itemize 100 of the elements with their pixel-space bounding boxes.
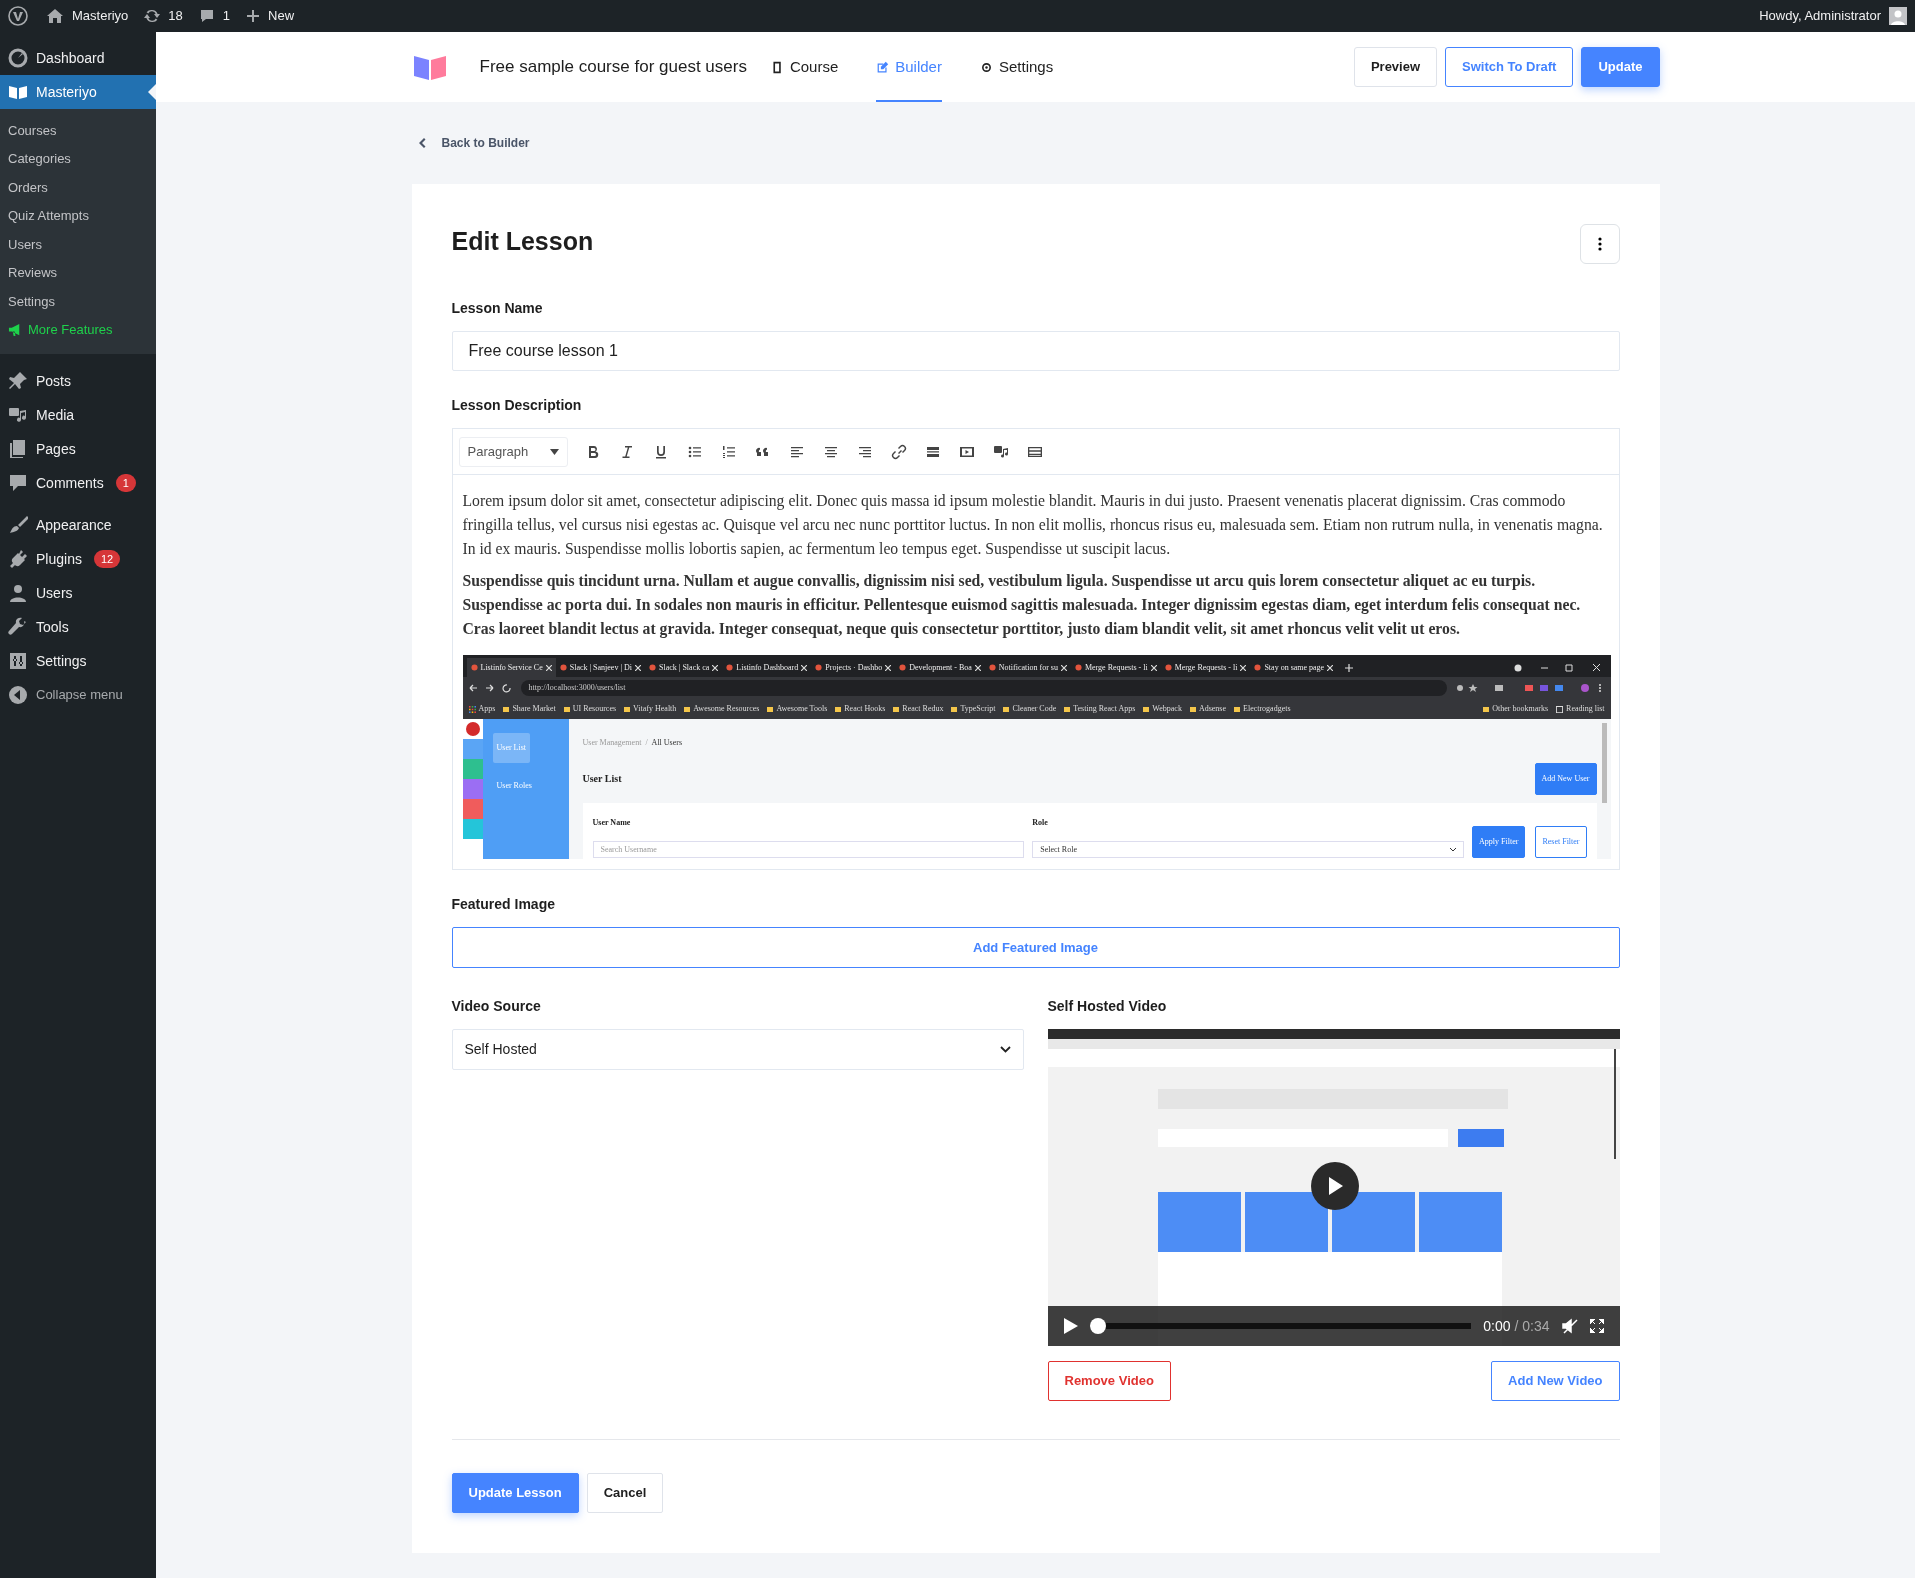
nav-tab[interactable]: Builder <box>876 32 942 102</box>
submenu-item[interactable]: Categories <box>0 144 156 173</box>
browser-tab[interactable]: Stay on same page <box>1250 658 1338 677</box>
updates-count[interactable]: 18 <box>168 6 183 26</box>
browser-tab[interactable]: Slack | Slack ca <box>645 658 723 677</box>
speech-bubble-icon[interactable] <box>198 8 215 24</box>
sidebar-item[interactable]: Media <box>0 398 156 432</box>
cancel-button[interactable]: Cancel <box>586 1473 664 1513</box>
bookmark[interactable]: TypeScript <box>951 697 996 721</box>
rail-item-icon[interactable] <box>462 799 483 819</box>
sidebar-item[interactable]: Settings <box>0 644 156 678</box>
muted-speaker-icon[interactable] <box>1561 1318 1578 1334</box>
greeting-link[interactable]: Howdy, Administrator <box>1759 6 1881 26</box>
chevron-left-icon[interactable] <box>417 138 426 148</box>
sidebar-item[interactable]: Users <box>0 576 156 610</box>
sidebar-item[interactable]: Collapse menu <box>0 678 156 712</box>
apply-filter-button[interactable]: Apply Filter <box>1472 826 1526 858</box>
bookmark[interactable]: Awesome Resources <box>684 697 760 721</box>
bookmark[interactable]: Reading list <box>1556 697 1605 721</box>
nav-tab[interactable]: Settings <box>979 32 1054 102</box>
house-icon[interactable] <box>46 8 64 24</box>
play-icon[interactable] <box>1063 1318 1078 1334</box>
favicon-icon <box>1074 664 1082 671</box>
browser-tab[interactable]: Merge Requests - li <box>1070 658 1161 677</box>
browser-tab[interactable]: Merge Requests - li <box>1160 658 1251 677</box>
sidebar-item[interactable]: Dashboard <box>0 41 156 75</box>
favicon-icon <box>899 664 907 671</box>
user-icon <box>8 583 28 603</box>
switch-to-draft-button[interactable]: Switch To Draft <box>1445 47 1574 87</box>
browser-tab[interactable]: Slack | Sanjeev | Di <box>555 658 646 677</box>
bookmark[interactable]: Cleaner Code <box>1003 697 1057 721</box>
caret-icon <box>550 448 560 455</box>
add-featured-image-button[interactable]: Add Featured Image <box>451 927 1620 968</box>
remove-video-button[interactable]: Remove Video <box>1047 1361 1171 1401</box>
sidebar-item[interactable]: Tools <box>0 610 156 644</box>
sidebar-item[interactable]: Posts <box>0 364 156 398</box>
paragraph: Suspendisse quis tincidunt urna. Nullam et augue convallis, dignissim nisi sed, vestibulum ligula. Suspendisse ut arcu quis lorem consectetur aliquet ac eu turpis. Suspendisse ac porta dui. In sodales non mauris in efficitur. Pellentesque euismod sagittis malesuada. Integer dignissim egestas diam, eget interdum felis consequat nec. Cras laoreet blandit lectus at gravida. Integer consequat, neque quis consectetur porttitor, justo diam blandit velit, sit amet rhoncus velit velit ut eros. <box>462 571 1582 640</box>
format-dropdown[interactable]: Paragraph <box>458 436 569 467</box>
bookmark[interactable]: Apps <box>468 697 496 721</box>
rail-item-icon[interactable] <box>462 779 483 799</box>
numbered-list-icon[interactable] <box>721 443 738 460</box>
submenu-item[interactable]: Settings <box>0 287 156 316</box>
link-icon[interactable] <box>891 443 908 460</box>
comments-count[interactable]: 1 <box>222 6 231 26</box>
back-link[interactable]: Back to Builder <box>441 134 530 152</box>
sidebar-item[interactable]: Pages <box>0 432 156 466</box>
bookmark[interactable]: Testing React Apps <box>1064 697 1136 721</box>
camera-music-icon <box>8 405 28 425</box>
fullscreen-icon[interactable] <box>1589 1319 1604 1333</box>
folder-icon <box>1143 706 1150 712</box>
bookmark[interactable]: React Redux <box>893 697 944 721</box>
reset-filter-button[interactable]: Reset Filter <box>1535 826 1587 858</box>
browser-tab[interactable]: Listinfo Dashboard <box>722 658 812 677</box>
bookmark[interactable]: Adsense <box>1189 697 1226 721</box>
browser-tab[interactable]: Projects · Dashbo <box>811 658 896 677</box>
field-label: Lesson Description <box>451 396 583 415</box>
plus-icon[interactable] <box>1345 664 1354 672</box>
submenu-item[interactable]: Users <box>0 230 156 259</box>
sidebar-item[interactable]: Appearance <box>0 508 156 542</box>
update-lesson-button[interactable]: Update Lesson <box>451 1473 579 1513</box>
role-select[interactable]: Select Role <box>1032 841 1465 858</box>
add-user-button[interactable]: Add New User <box>1534 763 1597 795</box>
browser-tab[interactable]: Development - Boa <box>895 658 985 677</box>
plus-icon[interactable] <box>246 9 261 23</box>
browser-tab[interactable]: Notification for su <box>984 658 1071 677</box>
bookmark[interactable]: Electrogadgets <box>1234 697 1291 721</box>
bookmark[interactable]: UI Resources <box>563 697 617 721</box>
nav-arrows-icon[interactable] <box>468 683 513 693</box>
rail-item-icon[interactable] <box>462 739 483 759</box>
sidebar-item[interactable]: Plugins 12 <box>0 542 156 576</box>
bookmark[interactable]: Awesome Tools <box>767 697 828 721</box>
address-bar[interactable]: http://localhost:3000/users/list <box>520 680 1447 696</box>
sidebar-item[interactable]: Masteriyo <box>0 75 156 109</box>
browser-tab[interactable]: Listinfo Service Ce <box>466 658 556 677</box>
site-link[interactable]: Masteriyo <box>72 6 129 26</box>
bookmark[interactable]: Share Market <box>503 697 556 721</box>
sidebar-item[interactable]: Comments 1 <box>0 466 156 500</box>
new-link[interactable]: New <box>268 6 295 26</box>
window-controls-icon[interactable] <box>1512 663 1603 673</box>
submenu-item[interactable]: Quiz Attempts <box>0 201 156 230</box>
bookmark[interactable]: Webpack <box>1143 697 1182 721</box>
bookmark[interactable]: Other bookmarks <box>1483 697 1549 721</box>
breadcrumb-separator: / <box>645 737 648 749</box>
submenu-item[interactable]: More Features <box>0 315 156 344</box>
add-new-video-button[interactable]: Add New Video <box>1491 1361 1620 1401</box>
progress-thumb[interactable] <box>1089 1318 1106 1334</box>
bookmark[interactable]: Vitafy Health <box>624 697 677 721</box>
refresh-icon[interactable] <box>144 8 161 24</box>
bookmark[interactable]: React Hooks <box>835 697 886 721</box>
submenu-item[interactable]: Reviews <box>0 258 156 287</box>
favicon-icon <box>988 664 996 671</box>
camera-music-icon[interactable] <box>993 443 1010 460</box>
submenu-item[interactable]: Orders <box>0 173 156 202</box>
preview-button[interactable]: Preview <box>1353 47 1438 87</box>
nav-tab[interactable]: Course <box>770 32 839 102</box>
update-button[interactable]: Update <box>1581 47 1660 87</box>
video-source-select[interactable]: Self Hosted <box>451 1029 1024 1070</box>
submenu-item[interactable]: Courses <box>0 116 156 145</box>
collapse-icon <box>8 685 28 705</box>
lesson-name-field[interactable]: Free course lesson 1 <box>451 331 1620 371</box>
